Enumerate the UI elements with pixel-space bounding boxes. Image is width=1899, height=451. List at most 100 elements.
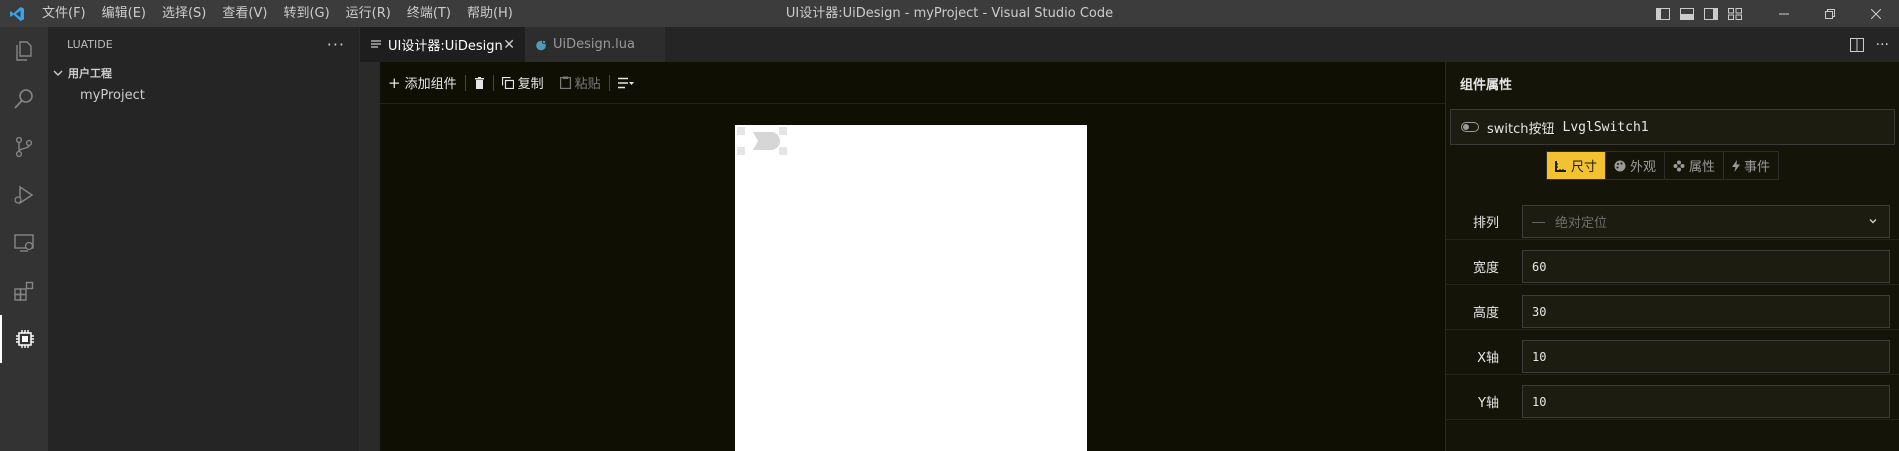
toggle-switch-icon <box>1461 122 1479 132</box>
remote-explorer-icon[interactable] <box>0 219 48 267</box>
y-label: Y轴 <box>1478 396 1499 411</box>
tab-appearance[interactable]: 外观 <box>1606 152 1666 179</box>
selected-switch-component[interactable] <box>735 125 793 157</box>
properties-icon <box>1673 160 1685 172</box>
chevron-down-icon <box>52 67 64 79</box>
toggle-secondary-sidebar-icon[interactable] <box>1699 0 1723 27</box>
dash-icon: — <box>1532 214 1545 229</box>
close-tab-button[interactable]: ✕ <box>503 37 515 53</box>
split-editor-icon[interactable] <box>1849 37 1864 52</box>
run-debug-icon[interactable] <box>0 171 48 219</box>
height-row: 高度 30 <box>1446 292 1899 330</box>
resize-handle[interactable] <box>737 147 745 155</box>
y-value: 10 <box>1532 394 1547 409</box>
menu-edit[interactable]: 编辑(E) <box>94 0 154 27</box>
sidebar: LUATIDE ··· 用户工程 myProject <box>48 27 359 451</box>
x-row: X轴 10 <box>1446 337 1899 375</box>
copy-icon <box>501 76 514 89</box>
height-value: 30 <box>1532 304 1547 319</box>
x-value: 10 <box>1532 349 1547 364</box>
tab-properties[interactable]: 属性 <box>1665 152 1725 179</box>
trash-icon <box>474 76 485 89</box>
tab-uidesign-lua[interactable]: UiDesign.lua <box>525 27 665 62</box>
tab-label: UiDesign.lua <box>553 37 635 52</box>
tab-appearance-label: 外观 <box>1630 160 1657 175</box>
source-control-icon[interactable] <box>0 123 48 171</box>
activity-bar <box>0 27 48 451</box>
menu-bar: 文件(F) 编辑(E) 选择(S) 查看(V) 转到(G) 运行(R) 终端(T… <box>34 0 521 27</box>
toggle-panel-icon[interactable] <box>1675 0 1699 27</box>
tree-item-project[interactable]: myProject <box>48 84 359 106</box>
tab-size[interactable]: 尺寸 <box>1547 152 1607 179</box>
designer-left-strip <box>360 62 380 451</box>
window-controls <box>1651 0 1899 27</box>
tab-label: UI设计器:UiDesign <box>388 39 503 54</box>
ruler-icon <box>1555 160 1567 172</box>
chip-icon[interactable] <box>0 315 48 363</box>
palette-icon <box>1614 160 1626 172</box>
menu-run[interactable]: 运行(R) <box>338 0 399 27</box>
component-name: LvglSwitch1 <box>1562 119 1649 135</box>
y-input[interactable]: 10 <box>1522 385 1890 418</box>
menu-file[interactable]: 文件(F) <box>34 0 94 27</box>
plus-icon: + <box>388 73 401 92</box>
layout-label: 排列 <box>1472 216 1499 231</box>
x-input[interactable]: 10 <box>1522 340 1890 373</box>
width-value: 60 <box>1532 259 1547 274</box>
resize-handle[interactable] <box>737 127 745 135</box>
property-tabs: 尺寸 外观 属性 事件 <box>1546 151 1780 180</box>
menu-lines-icon <box>370 39 382 51</box>
align-menu-button[interactable] <box>610 62 642 104</box>
copy-button[interactable]: 复制 <box>494 62 552 104</box>
panel-title: 组件属性 <box>1460 78 1513 93</box>
tab-events[interactable]: 事件 <box>1724 152 1778 179</box>
menu-view[interactable]: 查看(V) <box>214 0 275 27</box>
design-canvas[interactable] <box>735 125 1087 451</box>
y-row: Y轴 10 <box>1446 382 1899 420</box>
layout-value: 绝对定位 <box>1555 215 1608 230</box>
tab-properties-label: 属性 <box>1689 160 1716 175</box>
customize-layout-icon[interactable] <box>1723 0 1747 27</box>
explorer-icon[interactable] <box>0 27 48 75</box>
tab-events-label: 事件 <box>1744 160 1771 175</box>
layout-row: 排列 — 绝对定位 <box>1446 202 1899 240</box>
layout-select[interactable]: — 绝对定位 <box>1522 205 1890 238</box>
extensions-icon[interactable] <box>0 267 48 315</box>
align-dropdown-icon <box>617 77 634 89</box>
menu-selection[interactable]: 选择(S) <box>154 0 214 27</box>
toggle-sidebar-icon[interactable] <box>1651 0 1675 27</box>
close-window-icon[interactable] <box>1853 0 1899 27</box>
sidebar-header: LUATIDE ··· <box>48 27 359 62</box>
tree-root-label: 用户工程 <box>68 67 112 80</box>
switch-widget-icon <box>753 132 780 150</box>
tree-item-root[interactable]: 用户工程 <box>48 62 359 84</box>
delete-button[interactable] <box>466 62 493 104</box>
width-input[interactable]: 60 <box>1522 250 1890 283</box>
add-component-label: 添加组件 <box>404 77 457 92</box>
tab-size-label: 尺寸 <box>1571 160 1598 175</box>
menu-go[interactable]: 转到(G) <box>275 0 337 27</box>
more-editor-actions-icon[interactable]: ··· <box>1876 37 1889 53</box>
menu-help[interactable]: 帮助(H) <box>459 0 521 27</box>
lightning-icon <box>1732 159 1741 172</box>
component-type: switch按钮 <box>1487 121 1555 137</box>
copy-label: 复制 <box>517 77 544 92</box>
properties-panel: 组件属性 switch按钮 LvglSwitch1 尺寸 外观 属性 事件 排列… <box>1446 62 1899 451</box>
editor-tabs: UI设计器:UiDesign ✕ UiDesign.lua ··· <box>360 27 1899 62</box>
minimize-icon[interactable] <box>1761 0 1807 27</box>
height-input[interactable]: 30 <box>1522 295 1890 328</box>
title-bar: 文件(F) 编辑(E) 选择(S) 查看(V) 转到(G) 运行(R) 终端(T… <box>0 0 1899 27</box>
more-actions-button[interactable]: ··· <box>327 35 345 54</box>
menu-terminal[interactable]: 终端(T) <box>399 0 459 27</box>
search-icon[interactable] <box>0 75 48 123</box>
selected-component-header: switch按钮 LvglSwitch1 <box>1450 109 1895 145</box>
lua-file-icon <box>535 39 547 51</box>
add-component-button[interactable]: + 添加组件 <box>380 62 465 104</box>
editor-actions: ··· <box>1849 27 1899 62</box>
width-row: 宽度 60 <box>1446 247 1899 285</box>
tree-child-label: myProject <box>80 87 145 103</box>
tab-ui-designer[interactable]: UI设计器:UiDesign ✕ <box>360 27 525 62</box>
restore-icon[interactable] <box>1807 0 1853 27</box>
paste-button[interactable]: 粘贴 <box>552 62 609 104</box>
width-label: 宽度 <box>1472 261 1499 276</box>
